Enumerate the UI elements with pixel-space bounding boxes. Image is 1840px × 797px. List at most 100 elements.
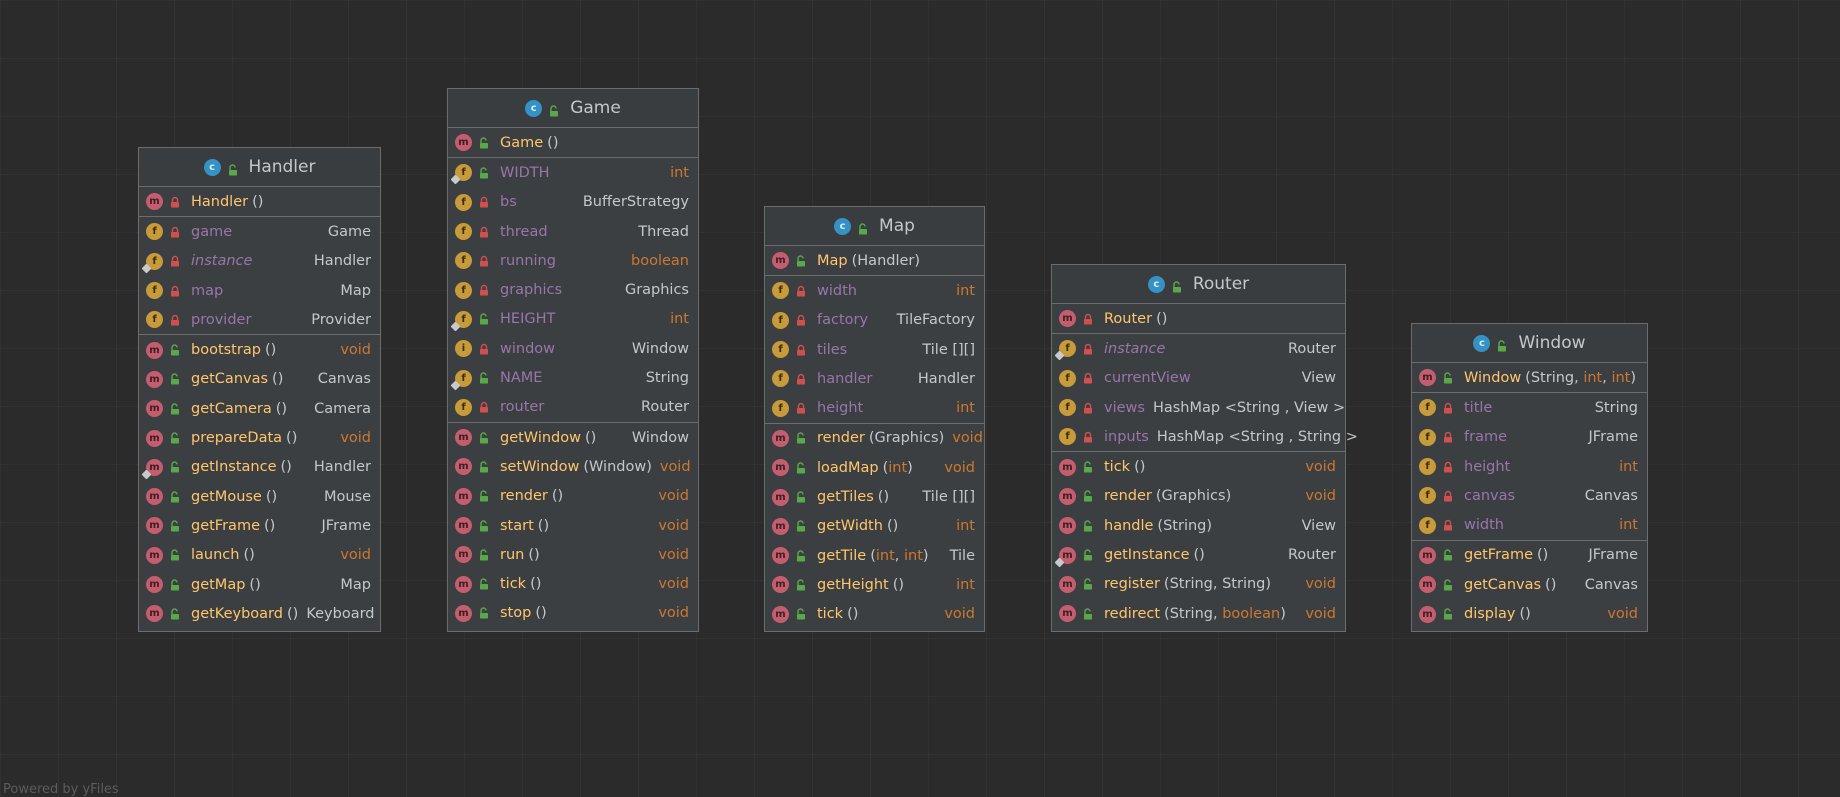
field-row[interactable]: f NAME String (448, 363, 698, 392)
field-f-icon: f (772, 282, 789, 300)
field-row[interactable]: i window Window (448, 334, 698, 363)
method-row[interactable]: m getTile (int, int) Tile (765, 541, 984, 570)
field-row[interactable]: f WIDTH int (448, 158, 698, 187)
field-row[interactable]: f running boolean (448, 246, 698, 275)
method-row[interactable]: m getFrame() JFrame (1412, 541, 1647, 570)
method-row[interactable]: m getMap() Map (139, 570, 380, 599)
method-row[interactable]: m getCanvas() Canvas (139, 365, 380, 394)
class-c-icon: c (1473, 334, 1491, 352)
field-row[interactable]: f title String (1412, 393, 1647, 422)
method-row[interactable]: m getWindow() Window (448, 423, 698, 452)
method-row[interactable]: m bootstrap() void (139, 335, 380, 364)
member-params: () (249, 576, 261, 593)
members-section: m Map (Handler) (765, 246, 984, 277)
member-params: (String) (1157, 517, 1213, 534)
member-type: Tile [][] (922, 489, 975, 506)
method-row[interactable]: m loadMap (int) void (765, 453, 984, 482)
field-row[interactable]: f inputs HashMap <String , String > (1052, 422, 1358, 451)
method-m-icon: m (455, 487, 472, 505)
field-row[interactable]: f instance Router (1052, 334, 1345, 363)
method-row[interactable]: m register (String, String) void (1052, 570, 1345, 599)
method-row[interactable]: m render (Graphics) void (1052, 482, 1345, 511)
lock-closed-icon (478, 226, 490, 238)
field-row[interactable]: f views HashMap <String , View > (1052, 393, 1345, 422)
lock-closed-icon (169, 314, 181, 326)
method-row[interactable]: m getInstance() Router (1052, 540, 1345, 569)
member-params: (int) (882, 459, 913, 476)
method-row[interactable]: m Router() (1052, 304, 1345, 333)
field-f-icon: f (772, 399, 789, 417)
member-name: height (817, 400, 864, 417)
field-f-icon: f (455, 398, 472, 416)
class-box-game[interactable]: c Game m Game() f WIDTH int f bs BufferStrategy f t… (447, 88, 699, 632)
method-row[interactable]: m getTiles() Tile [][] (765, 482, 984, 511)
member-name: Map (817, 252, 848, 269)
method-row[interactable]: m prepareData() void (139, 423, 380, 452)
method-row[interactable]: m getKeyboard() Keyboard (139, 599, 380, 628)
method-m-icon: m (455, 517, 472, 534)
field-row[interactable]: f game Game (139, 217, 380, 246)
method-row[interactable]: m Handler() (139, 187, 380, 216)
class-box-window[interactable]: c Window m Window (String, int, int) f title St… (1411, 323, 1648, 632)
field-row[interactable]: f provider Provider (139, 305, 380, 334)
method-row[interactable]: m Window (String, int, int) (1412, 363, 1647, 392)
field-row[interactable]: f canvas Canvas (1412, 481, 1647, 510)
class-box-handler[interactable]: c Handler m Handler() f game Game f instance Hand… (138, 147, 381, 632)
method-row[interactable]: m Map (Handler) (765, 246, 984, 275)
method-row[interactable]: m getMouse() Mouse (139, 482, 380, 511)
field-row[interactable]: f factory TileFactory (765, 306, 984, 335)
class-box-router[interactable]: c Router m Router() f instance Router f currentV… (1051, 264, 1358, 632)
field-row[interactable]: f graphics Graphics (448, 275, 698, 304)
method-row[interactable]: m render (Graphics) void (765, 424, 984, 453)
method-row[interactable]: m run() void (448, 540, 698, 569)
class-box-map[interactable]: c Map m Map (Handler) f width int f factory TileFa… (764, 206, 985, 632)
members-section: m Window (String, int, int) (1412, 363, 1647, 394)
method-row[interactable]: m tick() void (1052, 452, 1345, 481)
method-row[interactable]: m tick() void (448, 569, 698, 598)
field-row[interactable]: f thread Thread (448, 217, 698, 246)
class-header: c Router (1052, 265, 1345, 304)
field-row[interactable]: f map Map (139, 276, 380, 305)
field-row[interactable]: f instance Handler (139, 247, 380, 276)
pin-icon (1054, 350, 1065, 361)
lock-open-icon (478, 519, 490, 532)
method-row[interactable]: m tick() void (765, 600, 984, 629)
field-row[interactable]: f handler Handler (765, 364, 984, 393)
method-row[interactable]: m render() void (448, 482, 698, 511)
method-m-icon: m (146, 400, 163, 418)
field-row[interactable]: f HEIGHT int (448, 305, 698, 334)
field-row[interactable]: f frame JFrame (1412, 423, 1647, 452)
method-row[interactable]: m getInstance() Handler (139, 453, 380, 482)
method-row[interactable]: m getHeight() int (765, 570, 984, 599)
lock-open-icon (478, 578, 490, 590)
method-row[interactable]: m handle (String) View (1052, 511, 1345, 540)
method-row[interactable]: m launch() void (139, 541, 380, 570)
field-row[interactable]: f height int (765, 393, 984, 422)
lock-closed-icon (795, 373, 807, 385)
lock-closed-icon (1442, 519, 1454, 531)
field-f-icon: f (455, 281, 472, 299)
method-row[interactable]: m stop() void (448, 599, 698, 628)
lock-open-icon (1496, 337, 1508, 352)
method-row[interactable]: m getWidth() int (765, 512, 984, 541)
member-name: render (500, 488, 548, 505)
field-row[interactable]: f currentView View (1052, 364, 1345, 393)
member-params: (String, String) (1163, 576, 1272, 593)
member-params: () (1519, 606, 1531, 623)
method-row[interactable]: m display() void (1412, 599, 1647, 628)
method-row[interactable]: m Game() (448, 128, 698, 157)
field-row[interactable]: f width int (1412, 510, 1647, 539)
field-row[interactable]: f router Router (448, 393, 698, 422)
method-row[interactable]: m start() void (448, 511, 698, 540)
method-row[interactable]: m redirect (String, boolean) void (1052, 599, 1345, 628)
method-row[interactable]: m getFrame() JFrame (139, 511, 380, 540)
method-row[interactable]: m setWindow (Window) void (448, 452, 698, 481)
field-row[interactable]: f tiles Tile [][] (765, 335, 984, 364)
field-row[interactable]: f width int (765, 276, 984, 305)
method-row[interactable]: m getCanvas() Canvas (1412, 570, 1647, 599)
member-type: void (1305, 459, 1336, 476)
field-row[interactable]: f bs BufferStrategy (448, 188, 698, 217)
member-name: currentView (1104, 370, 1191, 387)
method-row[interactable]: m getCamera() Camera (139, 394, 380, 423)
field-row[interactable]: f height int (1412, 452, 1647, 481)
